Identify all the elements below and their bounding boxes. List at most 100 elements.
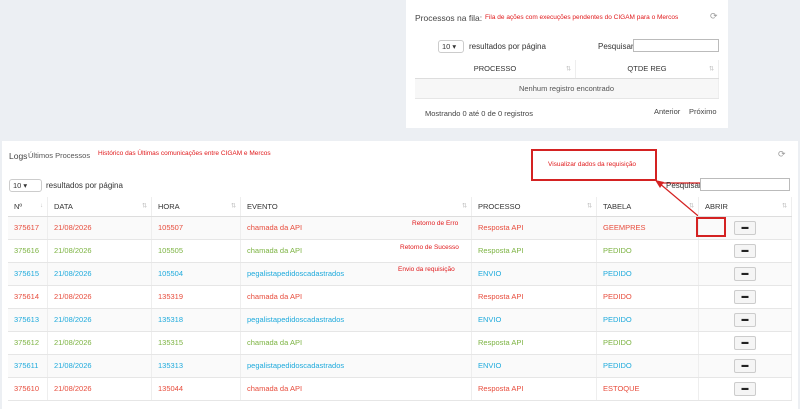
col-hora[interactable]: HORA ⇅ bbox=[151, 197, 241, 217]
open-button[interactable]: ▬ bbox=[734, 335, 756, 350]
queue-prev-button[interactable]: Anterior bbox=[654, 107, 680, 116]
open-button[interactable]: ▬ bbox=[734, 266, 756, 281]
cell-numero: 375612 bbox=[8, 331, 48, 355]
logs-page-size-label: resultados por página bbox=[46, 181, 123, 190]
cell-abrir: ▬ bbox=[698, 262, 792, 286]
logs-search-label: Pesquisar bbox=[666, 181, 702, 190]
row-note-send: Envio da requisição bbox=[398, 266, 455, 273]
folder-open-icon: ▬ bbox=[741, 361, 749, 369]
cell-data: 21/08/2026 bbox=[47, 262, 152, 286]
cell-hora: 135313 bbox=[151, 354, 241, 378]
table-row: 375617 21/08/2026 105507 chamada da API Resp… bbox=[8, 216, 792, 240]
cell-tabela: PEDIDO bbox=[596, 308, 699, 332]
cell-evento: chamada da API bbox=[240, 285, 472, 309]
sort-icon: ⇅ bbox=[461, 203, 467, 210]
cell-numero: 375611 bbox=[8, 354, 48, 378]
cell-processo: Resposta API bbox=[471, 377, 597, 401]
col-data[interactable]: DATA ⇅ bbox=[47, 197, 152, 217]
open-button[interactable]: ▬ bbox=[734, 312, 756, 327]
logs-subtitle: Últimos Processos bbox=[28, 151, 91, 160]
cell-hora: 105507 bbox=[151, 216, 241, 240]
cell-tabela: PEDIDO bbox=[596, 262, 699, 286]
open-button[interactable]: ▬ bbox=[734, 243, 756, 258]
cell-tabela: GEEMPRES bbox=[596, 216, 699, 240]
cell-numero: 375614 bbox=[8, 285, 48, 309]
sort-icon: ⇅ bbox=[141, 203, 147, 210]
cell-numero: 375610 bbox=[8, 377, 48, 401]
sort-icon: ⇅ bbox=[688, 203, 694, 210]
open-button[interactable]: ▬ bbox=[734, 289, 756, 304]
cell-abrir: ▬ bbox=[698, 285, 792, 309]
row-note-error: Retorno de Erro bbox=[412, 220, 459, 227]
cell-numero: 375617 bbox=[8, 216, 48, 240]
queue-next-button[interactable]: Próximo bbox=[689, 107, 717, 116]
sort-icon: ⇅ bbox=[708, 66, 714, 73]
cell-hora: 135044 bbox=[151, 377, 241, 401]
cell-data: 21/08/2026 bbox=[47, 239, 152, 263]
cell-data: 21/08/2026 bbox=[47, 216, 152, 240]
queue-page-size-select[interactable]: 10 ▾ bbox=[438, 40, 464, 53]
sort-icon: ⇅ bbox=[230, 203, 236, 210]
cell-processo: ENVIO bbox=[471, 354, 597, 378]
col-processo[interactable]: PROCESSO ⇅ bbox=[471, 197, 597, 217]
cell-processo: Resposta API bbox=[471, 239, 597, 263]
logs-page-size-value: 10 bbox=[13, 181, 22, 190]
logs-refresh-icon[interactable]: ⟳ bbox=[778, 149, 786, 160]
cell-evento: chamada da API bbox=[240, 331, 472, 355]
queue-title: Processos na fila: bbox=[415, 13, 483, 23]
queue-panel: Processos na fila: Fila de ações com exe… bbox=[406, 0, 728, 128]
folder-open-icon: ▬ bbox=[741, 292, 749, 300]
cell-tabela: PEDIDO bbox=[596, 331, 699, 355]
queue-search-label: Pesquisar bbox=[598, 42, 634, 51]
cell-hora: 105505 bbox=[151, 239, 241, 263]
cell-processo: Resposta API bbox=[471, 285, 597, 309]
queue-info: Mostrando 0 até 0 de 0 registros bbox=[425, 109, 533, 118]
cell-abrir: ▬ bbox=[698, 354, 792, 378]
logs-panel: Logs Últimos Processos Histórico das Últ… bbox=[2, 141, 798, 409]
row-note-success: Retorno de Sucesso bbox=[400, 244, 459, 251]
cell-numero: 375615 bbox=[8, 262, 48, 286]
logs-annotation: Histórico das Últimas comunicações entre… bbox=[98, 150, 271, 157]
queue-search-input[interactable] bbox=[633, 39, 719, 52]
cell-abrir: ▬ bbox=[698, 239, 792, 263]
open-button[interactable]: ▬ bbox=[734, 358, 756, 373]
cell-evento: chamada da API bbox=[240, 377, 472, 401]
open-button-highlight bbox=[696, 217, 726, 237]
queue-table: PROCESSO ⇅ QTDE REG ⇅ Nenhum registro enco… bbox=[415, 60, 719, 99]
open-button[interactable]: ▬ bbox=[734, 220, 756, 235]
callout-text: Visualizar dados da requisição bbox=[548, 161, 637, 168]
cell-processo: Resposta API bbox=[471, 331, 597, 355]
folder-open-icon: ▬ bbox=[741, 223, 749, 231]
logs-search-input[interactable] bbox=[700, 178, 790, 191]
cell-abrir: ▬ bbox=[698, 377, 792, 401]
sort-icon: ⇅ bbox=[565, 66, 571, 73]
cell-abrir: ▬ bbox=[698, 331, 792, 355]
col-numero[interactable]: Nº ↓ bbox=[8, 197, 48, 217]
col-tabela[interactable]: TABELA ⇅ bbox=[596, 197, 699, 217]
col-evento[interactable]: EVENTO ⇅ bbox=[240, 197, 472, 217]
cell-abrir: ▬ bbox=[698, 308, 792, 332]
cell-hora: 135319 bbox=[151, 285, 241, 309]
cell-data: 21/08/2026 bbox=[47, 377, 152, 401]
folder-open-icon: ▬ bbox=[741, 338, 749, 346]
cell-tabela: PEDIDO bbox=[596, 354, 699, 378]
queue-col-processo[interactable]: PROCESSO ⇅ bbox=[415, 60, 576, 79]
queue-refresh-icon[interactable]: ⟳ bbox=[710, 11, 718, 22]
queue-col-qtde[interactable]: QTDE REG ⇅ bbox=[575, 60, 719, 79]
col-abrir[interactable]: ABRIR ⇅ bbox=[698, 197, 792, 217]
cell-data: 21/08/2026 bbox=[47, 354, 152, 378]
table-row: 375611 21/08/2026 135313 pegalistapedidosca… bbox=[8, 354, 792, 378]
folder-open-icon: ▬ bbox=[741, 315, 749, 323]
cell-hora: 135318 bbox=[151, 308, 241, 332]
cell-processo: ENVIO bbox=[471, 308, 597, 332]
queue-empty-message: Nenhum registro encontrado bbox=[415, 78, 719, 99]
sort-icon: ⇅ bbox=[586, 203, 592, 210]
folder-open-icon: ▬ bbox=[741, 384, 749, 392]
cell-tabela: ESTOQUE bbox=[596, 377, 699, 401]
cell-evento: pegalistapedidoscadastrados bbox=[240, 308, 472, 332]
queue-annotation: Fila de ações com execuções pendentes do… bbox=[485, 14, 679, 21]
sort-icon: ↓ bbox=[40, 203, 43, 210]
open-button[interactable]: ▬ bbox=[734, 381, 756, 396]
logs-page-size-select[interactable]: 10 ▾ bbox=[9, 179, 42, 192]
table-row: 375612 21/08/2026 135315 chamada da API Resp… bbox=[8, 331, 792, 355]
